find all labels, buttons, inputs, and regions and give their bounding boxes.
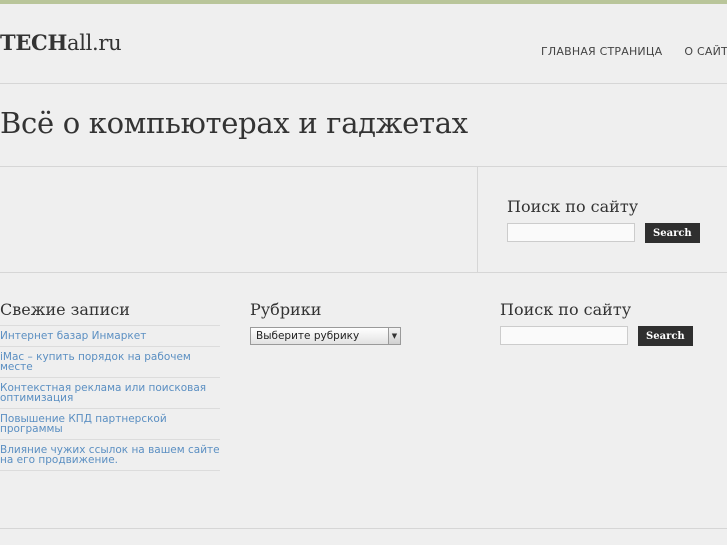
list-item: Влияние чужих ссылок на вашем сайте на е… (0, 439, 220, 471)
logo-rest: all.ru (67, 31, 122, 55)
nav-about[interactable]: О САЙТЕ (684, 45, 727, 58)
top-search-title: Поиск по сайту (507, 197, 639, 216)
recent-post-link[interactable]: Повышение КПД партнерской программы (0, 413, 167, 435)
top-search-button[interactable]: Search (645, 223, 700, 243)
categories-dropdown[interactable]: Выберите рубрику ▼ (250, 327, 401, 345)
list-item: Контекстная реклама или поисковая оптими… (0, 377, 220, 408)
categories-title: Рубрики (250, 300, 322, 319)
recent-post-link[interactable]: Влияние чужих ссылок на вашем сайте на е… (0, 444, 220, 466)
recent-post-link[interactable]: Интернет базар Инмаркет (0, 330, 146, 342)
divider (0, 166, 727, 167)
recent-post-link[interactable]: Контекстная реклама или поисковая оптими… (0, 382, 206, 404)
list-item: Повышение КПД партнерской программы (0, 408, 220, 439)
footer-divider (0, 528, 727, 529)
bottom-search-title: Поиск по сайту (500, 300, 632, 319)
divider (0, 83, 727, 84)
page-title: Всё о компьютерах и гаджетах (0, 106, 468, 140)
nav-home[interactable]: ГЛАВНАЯ СТРАНИЦА (541, 45, 662, 58)
bottom-search-input[interactable] (500, 326, 628, 345)
bottom-search-button[interactable]: Search (638, 326, 693, 346)
categories-selected: Выберите рубрику (256, 330, 360, 342)
chevron-down-icon[interactable]: ▼ (388, 328, 400, 344)
recent-posts-title: Свежие записи (0, 300, 130, 319)
site-logo[interactable]: TECHall.ru (0, 30, 122, 55)
divider (0, 272, 727, 273)
logo-bold: TECH (0, 30, 67, 55)
list-item: Интернет базар Инмаркет (0, 325, 220, 346)
vertical-divider (477, 166, 478, 272)
top-search-input[interactable] (507, 223, 635, 242)
recent-post-link[interactable]: iMac – купить порядок на рабочем месте (0, 351, 191, 373)
top-accent-bar (0, 0, 727, 4)
main-nav: ГЛАВНАЯ СТРАНИЦА О САЙТЕ (541, 40, 727, 59)
list-item: iMac – купить порядок на рабочем месте (0, 346, 220, 377)
recent-posts-list: Интернет базар Инмаркет iMac – купить по… (0, 325, 220, 471)
